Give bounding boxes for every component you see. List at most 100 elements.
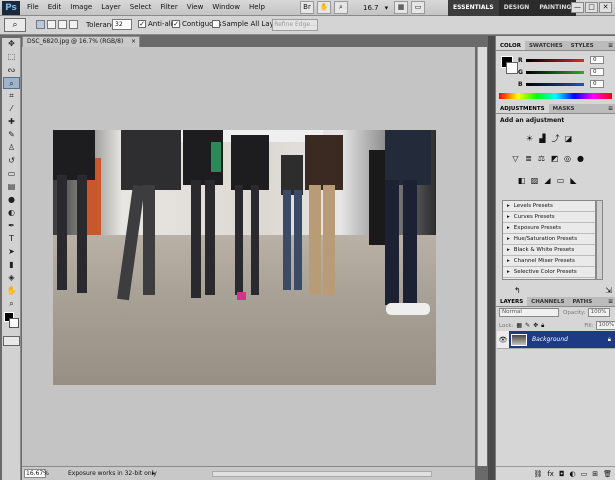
invert-icon[interactable]: ◧ — [516, 176, 527, 186]
tab-swatches[interactable]: SWATCHES — [525, 41, 567, 50]
preset-hue-saturation[interactable]: ▸ Hue/Saturation Presets — [503, 234, 595, 245]
horizontal-scrollbar[interactable] — [212, 471, 432, 477]
menu-file[interactable]: File — [27, 3, 39, 11]
brush-tool-icon[interactable]: ✎ — [3, 129, 20, 141]
preset-channel-mixer[interactable]: ▸ Channel Mixer Presets — [503, 256, 595, 267]
zoom-level-readout[interactable]: 16.7 — [363, 4, 379, 12]
curves-icon[interactable]: ⤴ — [550, 134, 561, 144]
new-adjustment-layer-icon[interactable]: ◐ — [570, 470, 576, 478]
blue-slider[interactable]: B 0 — [518, 80, 610, 88]
eraser-tool-icon[interactable]: ▭ — [3, 168, 20, 180]
zoom-dropdown-icon[interactable]: ▾ — [385, 4, 389, 12]
green-value-input[interactable]: 0 — [590, 68, 604, 76]
gradient-map-icon[interactable]: ▭ — [555, 176, 566, 186]
lasso-tool-icon[interactable]: ᔓ — [3, 64, 20, 76]
arrange-documents-icon[interactable]: ▦ — [394, 1, 409, 14]
green-slider-bar[interactable] — [526, 70, 584, 74]
quick-selection-tool-icon[interactable]: ⌕ — [3, 77, 20, 89]
workspace-essentials[interactable]: ESSENTIALS — [448, 0, 499, 16]
tolerance-input[interactable]: 32 — [112, 19, 132, 30]
panel-menu-icon[interactable]: ≡ — [605, 297, 615, 306]
channel-mixer-icon[interactable]: ● — [575, 154, 586, 164]
hand-tool-icon[interactable]: ✋ — [3, 285, 20, 297]
layer-name[interactable]: Background — [532, 336, 608, 343]
menu-image[interactable]: Image — [70, 3, 92, 11]
green-slider[interactable]: G 0 — [518, 68, 610, 76]
lock-transparent-icon[interactable]: ▦ — [516, 322, 522, 329]
screen-mode-icon[interactable]: ▭ — [411, 1, 426, 14]
selective-color-icon[interactable]: ◣ — [568, 176, 579, 186]
menu-layer[interactable]: Layer — [101, 3, 121, 11]
menu-edit[interactable]: Edit — [48, 3, 62, 11]
menu-window[interactable]: Window — [212, 3, 240, 11]
preset-curves[interactable]: ▸ Curves Presets — [503, 212, 595, 223]
brightness-contrast-icon[interactable]: ☀ — [524, 134, 535, 144]
minimize-button[interactable]: — — [571, 2, 584, 13]
photo-filter-icon[interactable]: ◎ — [562, 154, 573, 164]
quick-mask-icon[interactable] — [3, 336, 20, 346]
marquee-tool-icon[interactable]: ⬚ — [3, 51, 20, 63]
panel-menu-icon[interactable]: ≡ — [605, 41, 615, 50]
menu-filter[interactable]: Filter — [160, 3, 177, 11]
eyedropper-tool-icon[interactable]: ⁄ — [3, 103, 20, 115]
new-layer-icon[interactable]: ⊞ — [592, 470, 598, 478]
refine-edge-button[interactable]: Refine Edge... — [272, 19, 318, 31]
tab-masks[interactable]: MASKS — [549, 104, 579, 113]
crop-tool-icon[interactable]: ⌗ — [3, 90, 20, 102]
status-menu-icon[interactable]: ▸ — [152, 470, 155, 477]
background-color-swatch[interactable] — [506, 62, 518, 74]
vertical-scrollbar[interactable] — [477, 47, 487, 466]
menu-select[interactable]: Select — [130, 3, 152, 11]
collapsed-panel-strip[interactable] — [488, 36, 495, 480]
lock-position-icon[interactable]: ✥ — [533, 322, 538, 329]
preset-exposure[interactable]: ▸ Exposure Presets — [503, 223, 595, 234]
blend-mode-select[interactable]: Normal — [499, 308, 559, 317]
healing-brush-tool-icon[interactable]: ✚ — [3, 116, 20, 128]
document-canvas-area[interactable] — [22, 47, 475, 466]
bridge-icon[interactable]: Br — [300, 1, 314, 14]
panel-menu-icon[interactable]: ≡ — [605, 104, 615, 113]
add-mask-icon[interactable]: ◘ — [559, 470, 565, 478]
red-value-input[interactable]: 0 — [590, 56, 604, 64]
fill-input[interactable]: 100% — [595, 321, 615, 330]
color-spectrum-ramp[interactable] — [499, 93, 612, 99]
tool-preset-picker[interactable]: ⌕ — [4, 18, 26, 32]
layer-selected-highlight[interactable]: Background 🔒︎ — [509, 331, 615, 348]
red-slider-bar[interactable] — [526, 58, 584, 62]
color-swatches[interactable] — [2, 312, 20, 332]
opacity-input[interactable]: 100% — [587, 308, 610, 317]
vibrance-icon[interactable]: ▽ — [510, 154, 521, 164]
path-selection-tool-icon[interactable]: ➤ — [3, 246, 20, 258]
hue-saturation-icon[interactable]: ≣ — [523, 154, 534, 164]
return-to-list-icon[interactable]: ↰ — [514, 286, 521, 295]
presets-scrollbar[interactable] — [596, 200, 603, 280]
maximize-button[interactable]: □ — [585, 2, 598, 13]
subtract-selection-icon[interactable] — [58, 20, 67, 29]
3d-rotate-tool-icon[interactable]: ◈ — [3, 272, 20, 284]
tab-adjustments[interactable]: ADJUSTMENTS — [496, 104, 549, 113]
dodge-tool-icon[interactable]: ◐ — [3, 207, 20, 219]
menu-help[interactable]: Help — [249, 3, 265, 11]
photo-canvas[interactable] — [53, 130, 436, 385]
red-slider[interactable]: R 0 — [518, 56, 610, 64]
add-to-selection-icon[interactable] — [47, 20, 56, 29]
pen-tool-icon[interactable]: ✒ — [3, 220, 20, 232]
black-white-icon[interactable]: ◩ — [549, 154, 560, 164]
close-document-icon[interactable]: × — [131, 37, 136, 47]
hand-view-icon[interactable]: ✋ — [317, 1, 331, 14]
blue-value-input[interactable]: 0 — [590, 80, 604, 88]
preset-levels[interactable]: ▸ Levels Presets — [503, 201, 595, 212]
new-group-icon[interactable]: ▭ — [581, 470, 588, 478]
expand-view-icon[interactable]: ⇲ — [605, 286, 612, 295]
tab-color[interactable]: COLOR — [496, 41, 525, 50]
zoom-field[interactable]: 16.67% — [24, 469, 49, 478]
history-brush-tool-icon[interactable]: ↺ — [3, 155, 20, 167]
type-tool-icon[interactable]: T — [3, 233, 20, 245]
new-selection-icon[interactable] — [36, 20, 45, 29]
blur-tool-icon[interactable]: ● — [3, 194, 20, 206]
preset-black-white[interactable]: ▸ Black & White Presets — [503, 245, 595, 256]
lock-all-icon[interactable]: 🔒︎ — [541, 322, 544, 330]
blue-slider-bar[interactable] — [526, 82, 584, 86]
menu-view[interactable]: View — [187, 3, 204, 11]
visibility-eye-icon[interactable]: 👁︎ — [497, 336, 509, 344]
